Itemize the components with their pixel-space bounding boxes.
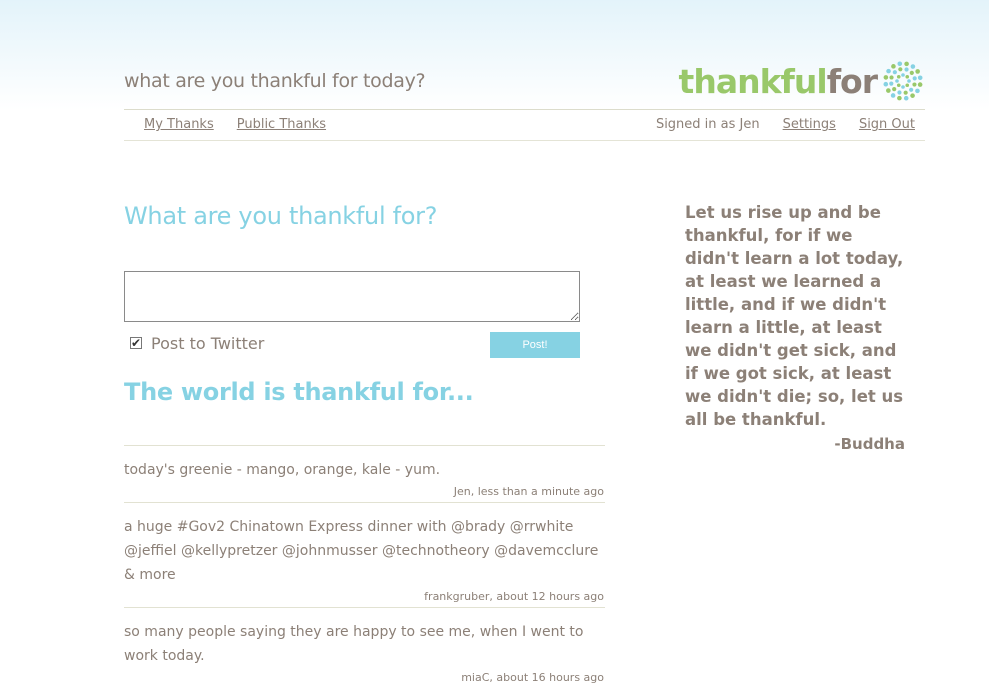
logo-dot	[905, 74, 910, 79]
settings-link[interactable]: Settings	[783, 117, 836, 132]
logo-wordmark-thankful: thankful	[678, 61, 828, 101]
logo-dot	[917, 75, 923, 81]
logo-dot	[917, 82, 923, 87]
logo-wordmark: thankfulfor	[678, 61, 878, 101]
logo-dot	[901, 85, 905, 89]
feed-item: so many people saying they are happy to …	[124, 607, 605, 688]
nav-public-thanks-link[interactable]: Public Thanks	[237, 117, 326, 132]
post-to-twitter-label: Post to Twitter	[151, 334, 265, 353]
post-button[interactable]: Post!	[490, 332, 580, 358]
logo-dot	[915, 88, 920, 94]
logo-dot	[904, 67, 909, 72]
sunburst-dots-icon	[883, 61, 923, 101]
logo-dot	[895, 79, 899, 83]
logo-dot	[892, 87, 897, 92]
nav-my-thanks-link[interactable]: My Thanks	[144, 117, 214, 132]
logo-dot	[883, 75, 889, 80]
nav-right: Signed in as Jen Settings Sign Out	[656, 117, 915, 132]
logo-dot	[889, 81, 894, 86]
logo-dot	[905, 83, 910, 88]
logo-dot	[896, 74, 901, 79]
feed-item: today's greenie - mango, orange, kale - …	[124, 445, 605, 502]
public-feed: today's greenie - mango, orange, kale - …	[124, 445, 605, 688]
logo-dot	[903, 95, 909, 101]
world-feed-heading: The world is thankful for...	[124, 378, 474, 406]
logo-dot	[909, 87, 914, 92]
logo-dot	[886, 68, 891, 74]
logo-dot	[904, 61, 909, 67]
feed-item-text: so many people saying they are happy to …	[124, 624, 584, 664]
feed-item-meta: Jen, less than a minute ago	[453, 485, 604, 498]
feed-item-text: a huge #Gov2 Chinatown Express dinner wi…	[124, 519, 599, 583]
quote-text: Let us rise up and be thankful, for if w…	[685, 203, 904, 429]
logo-dot	[892, 70, 897, 75]
logo-dot	[912, 82, 917, 87]
feed-item-text: today's greenie - mango, orange, kale - …	[124, 462, 441, 478]
logo-dot	[883, 81, 889, 87]
feed-item-meta: frankgruber, about 12 hours ago	[424, 590, 604, 603]
logo-wordmark-for: for	[826, 61, 878, 101]
feed-item-meta: miaC, about 16 hours ago	[461, 671, 604, 684]
logo-dot	[897, 90, 902, 95]
feed-item: a huge #Gov2 Chinatown Express dinner wi…	[124, 502, 605, 607]
signed-in-status: Signed in as Jen	[655, 117, 760, 132]
logo-dot	[903, 90, 908, 95]
logo-dot	[897, 61, 903, 67]
logo-dot	[910, 64, 916, 69]
quote-author: -Buddha	[834, 435, 905, 453]
logo-dot	[909, 70, 914, 75]
logo-dot	[915, 69, 920, 74]
logo-dot	[897, 95, 902, 101]
site-logo[interactable]: thankfulfor	[679, 56, 923, 106]
logo-dot	[901, 73, 905, 77]
logo-dot	[912, 76, 917, 81]
thankful-input[interactable]	[124, 271, 580, 322]
logo-dot	[907, 79, 911, 83]
thankful-form-heading: What are you thankful for?	[124, 202, 438, 230]
nav-left: My Thanks Public Thanks	[144, 117, 326, 132]
site-tagline: what are you thankful for today?	[124, 70, 426, 92]
logo-dot	[889, 75, 894, 80]
nav-bar: My Thanks Public Thanks Signed in as Jen…	[124, 111, 925, 141]
logo-dot	[896, 83, 901, 88]
logo-dot	[891, 64, 896, 69]
logo-dot	[890, 93, 896, 98]
post-to-twitter-checkbox[interactable]: ✔	[130, 336, 142, 349]
logo-dot	[886, 88, 891, 93]
sign-out-link[interactable]: Sign Out	[859, 117, 915, 132]
logo-dot	[910, 93, 915, 98]
logo-dot	[898, 67, 903, 72]
post-to-twitter-option[interactable]: ✔ Post to Twitter	[130, 334, 264, 353]
site-header: what are you thankful for today? thankfu…	[124, 56, 925, 110]
